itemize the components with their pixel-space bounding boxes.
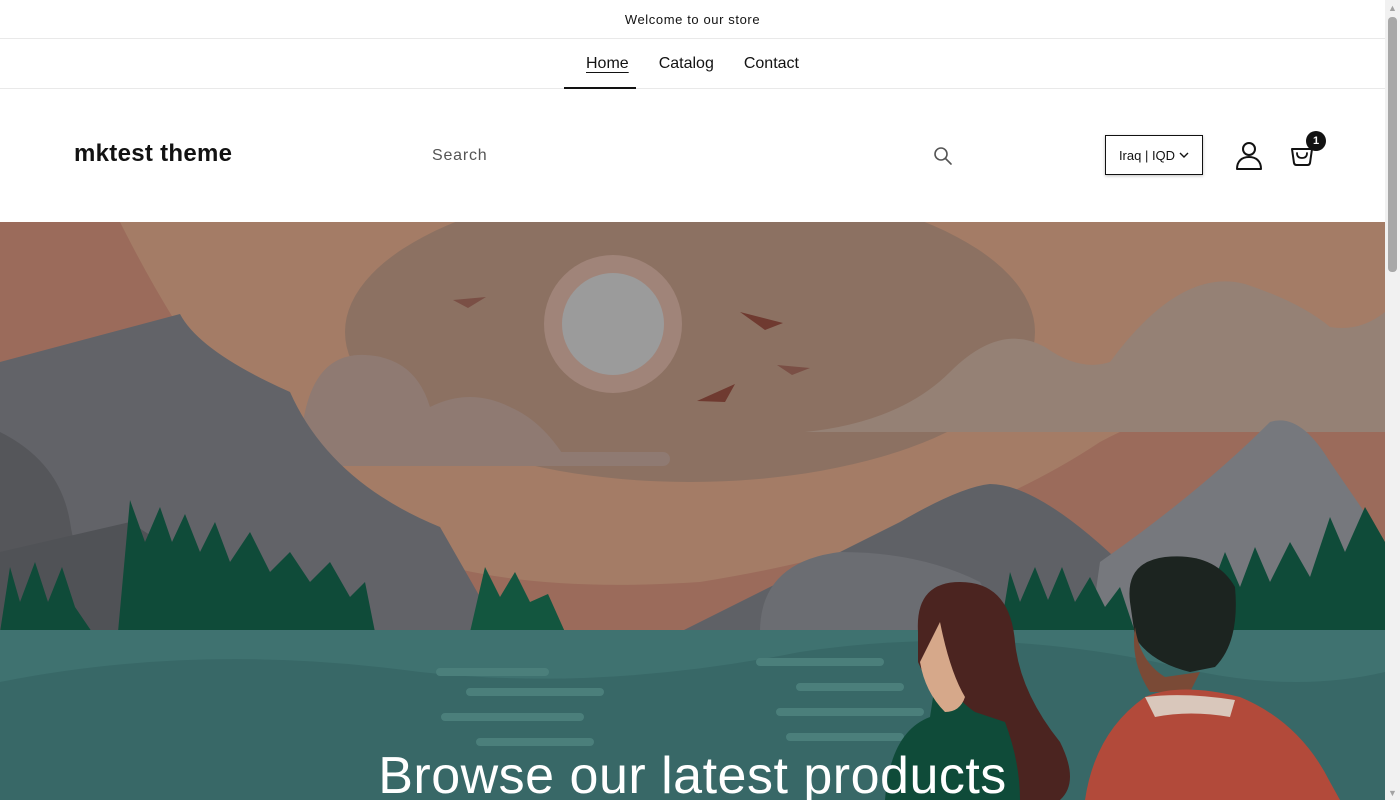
cart-count-badge: 1 [1306, 131, 1326, 151]
country-selector[interactable]: Iraq | IQD [1105, 135, 1203, 175]
hero-illustration [0, 222, 1385, 800]
hero-title: Browse our latest products [378, 747, 1007, 800]
scrollbar[interactable]: ▲ ▼ [1385, 0, 1400, 800]
scrollbar-thumb[interactable] [1388, 17, 1397, 272]
scroll-up-icon[interactable]: ▲ [1385, 0, 1400, 15]
search-input[interactable] [420, 135, 965, 177]
scroll-down-icon[interactable]: ▼ [1385, 785, 1400, 800]
account-icon[interactable] [1233, 139, 1265, 171]
country-label: Iraq | IQD [1118, 147, 1176, 163]
search-box [420, 135, 965, 177]
nav-item-label: Home [586, 54, 629, 72]
nav-item-label: Catalog [658, 54, 714, 72]
store-logo[interactable]: mktest theme [74, 140, 232, 168]
chevron-down-icon [1179, 152, 1189, 158]
site-header: mktest theme Iraq | IQD 1 [0, 89, 1385, 222]
page: Welcome to our store Home Catalog Contac… [0, 0, 1385, 800]
nav-item-catalog[interactable]: Catalog [644, 39, 729, 88]
announcement-bar: Welcome to our store [0, 0, 1385, 39]
nav-item-home[interactable]: Home [564, 39, 644, 89]
nav-item-contact[interactable]: Contact [729, 39, 814, 88]
main-nav: Home Catalog Contact [0, 39, 1385, 89]
hero-banner: Browse our latest products [0, 222, 1385, 800]
cart-button[interactable]: 1 [1286, 131, 1326, 173]
nav-item-label: Contact [743, 54, 799, 72]
search-icon[interactable] [933, 146, 953, 166]
announcement-text: Welcome to our store [624, 11, 761, 27]
